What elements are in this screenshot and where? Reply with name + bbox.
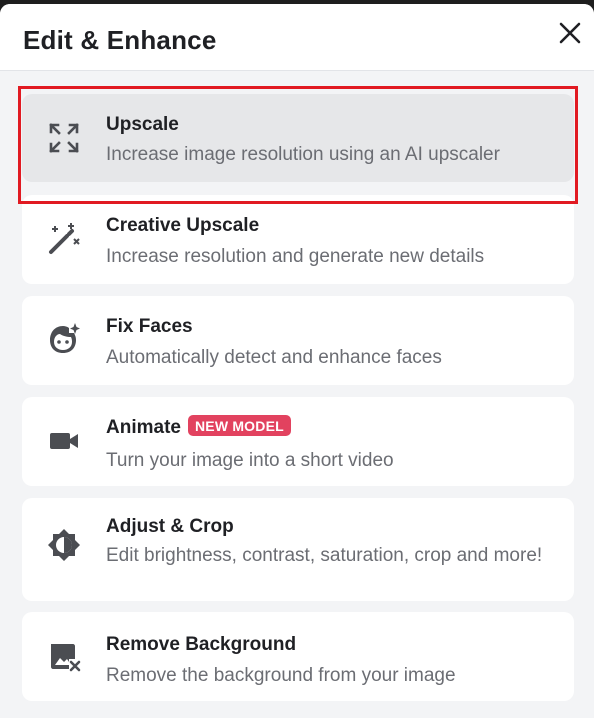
close-button[interactable] [556,19,584,47]
edit-enhance-dialog: Edit & Enhance Upscale Increase image re… [0,4,594,718]
option-remove-background[interactable]: Remove Background Remove the background … [22,612,574,701]
option-creative-upscale[interactable]: Creative Upscale Increase resolution and… [22,195,574,284]
option-description: Remove the background from your image [106,665,456,686]
video-camera-icon [47,424,81,458]
option-fix-faces[interactable]: Fix Faces Automatically detect and enhan… [22,296,574,385]
brightness-icon [47,528,81,562]
image-remove-icon [47,641,81,675]
option-title-text: Animate [106,417,181,438]
option-animate[interactable]: Animate NEW MODEL Turn your image into a … [22,397,574,486]
dialog-title: Edit & Enhance [23,25,217,55]
new-model-badge: NEW MODEL [187,415,291,436]
option-description: Increase resolution and generate new det… [106,246,485,267]
option-title: Fix Faces [106,316,193,337]
option-title: Upscale [106,114,179,135]
option-description: Turn your image into a short video [106,450,394,471]
option-title: Remove Background [106,634,297,655]
face-sparkle-icon [47,322,81,356]
option-description: Edit brightness, contrast, saturation, c… [106,545,543,566]
close-icon [559,22,581,44]
expand-arrows-icon [47,121,81,155]
option-adjust-crop[interactable]: Adjust & Crop Edit brightness, contrast,… [22,498,574,601]
option-title: Animate NEW MODEL [106,415,291,439]
option-upscale[interactable]: Upscale Increase image resolution using … [22,94,574,182]
option-description: Automatically detect and enhance faces [106,347,442,368]
option-title: Adjust & Crop [106,516,234,537]
magic-wand-icon [47,222,81,256]
dialog-header: Edit & Enhance [0,4,594,71]
option-title: Creative Upscale [106,215,260,236]
option-description: Increase image resolution using an AI up… [106,144,500,165]
